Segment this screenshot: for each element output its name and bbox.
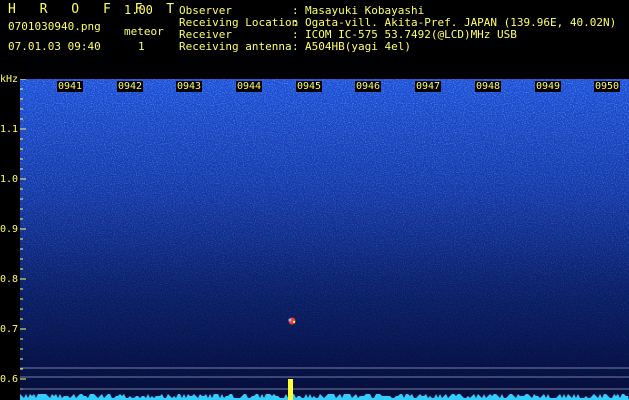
x-label-0949: 0949 (535, 81, 562, 92)
location-value: Ogata-vill. Akita-Pref. JAPAN (139.96E, … (305, 16, 617, 29)
filename-label: 0701030940.png (8, 20, 101, 33)
location-colon: : (292, 16, 299, 29)
header-panel: H R O F F T 1.00 0701030940.png meteor 0… (0, 0, 629, 78)
x-label-0948: 0948 (475, 81, 502, 92)
antenna-label: Receiving antenna (179, 40, 292, 53)
y-label-1-1: 1.1 (0, 124, 19, 135)
antenna-colon: : (292, 40, 299, 53)
y-label-0-8: 0.8 (0, 274, 19, 285)
x-label-0950: 0950 (594, 81, 621, 92)
spectrogram (20, 79, 629, 400)
meteor-count: 1 (138, 40, 145, 53)
meteor-echo (288, 317, 296, 325)
x-label-0946: 0946 (355, 81, 382, 92)
x-label-0943: 0943 (176, 81, 203, 92)
y-label-0-9: 0.9 (0, 224, 19, 235)
x-label-0941: 0941 (57, 81, 84, 92)
app-version: 1.00 (124, 3, 153, 17)
observer-label: Observer (179, 4, 232, 17)
y-label-0-6: 0.6 (0, 374, 19, 385)
datetime-label: 07.01.03 09:40 (8, 40, 101, 53)
location-label: Receiving Location (179, 16, 299, 29)
meteor-signal-peak (288, 379, 293, 400)
x-label-0942: 0942 (117, 81, 144, 92)
y-label-1-0: 1.0 (0, 174, 19, 185)
receiver-value: ICOM IC-575 53.7492(@LCD)MHz USB (305, 28, 517, 41)
app-name: H R O F F T (8, 2, 183, 17)
x-label-0947: 0947 (415, 81, 442, 92)
x-label-0945: 0945 (296, 81, 323, 92)
noise-speckle (20, 79, 629, 400)
spectrogram-svg (20, 79, 629, 400)
observer-colon: : (292, 4, 299, 17)
y-label-0-7: 0.7 (0, 324, 19, 335)
observer-value: Masayuki Kobayashi (305, 4, 425, 17)
x-label-0944: 0944 (236, 81, 263, 92)
receiver-colon: : (292, 28, 299, 41)
receiver-label: Receiver (179, 28, 232, 41)
meteor-label: meteor (124, 25, 164, 38)
antenna-value: A504HB(yagi 4el) (305, 40, 411, 53)
axis-unit-label: kHz (0, 74, 19, 85)
